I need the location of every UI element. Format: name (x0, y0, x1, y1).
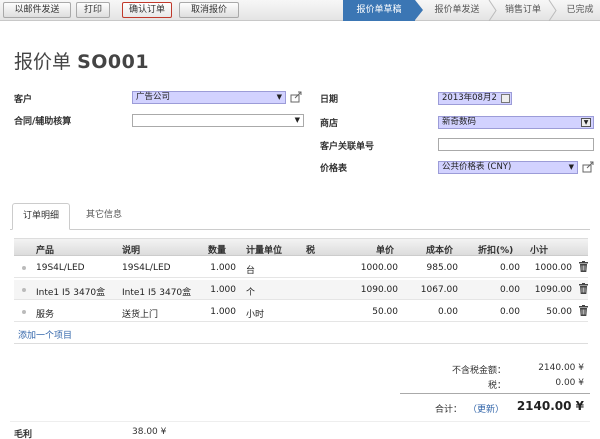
title-prefix: 报价单 (14, 51, 72, 73)
cell-unit-price: 1000.00 (360, 263, 398, 273)
cell-subtotal: 50.00 (546, 307, 572, 317)
cell-description: Inte1 I5 3470盒 (122, 288, 192, 298)
table-row[interactable]: 19S4L/LED 19S4L/LED 1.000 台 1000.00 985.… (14, 258, 588, 278)
contract-label: 合同/辅助核算 (14, 117, 72, 127)
row-handle-icon[interactable] (22, 310, 26, 314)
col-quantity[interactable]: 数量 (208, 243, 226, 256)
cell-product: Inte1 I5 3470盒 (36, 288, 106, 298)
trash-icon[interactable] (579, 283, 588, 294)
shop-value: 新奇数码 (442, 117, 477, 127)
step-quotation-sent: 报价单发送 (434, 5, 480, 15)
step-done: 已完成 (566, 5, 594, 15)
client-ref-label: 客户关联单号 (320, 142, 375, 152)
tax-value: 0.00 ¥ (555, 378, 584, 388)
table-header: 产品 说明 数量 计量单位 税 单价 成本价 折扣(%) 小计 (14, 238, 588, 256)
step-separator-icon (488, 0, 497, 21)
pricelist-select[interactable]: 公共价格表 (CNY) ▼ (438, 161, 578, 174)
cell-product: 19S4L/LED (36, 263, 85, 273)
cell-cost-price: 0.00 (437, 307, 458, 317)
cell-subtotal: 1090.00 (534, 285, 572, 295)
cell-discount: 0.00 (499, 307, 520, 317)
col-subtotal[interactable]: 小计 (530, 243, 548, 256)
send-by-email-button[interactable]: 以邮件发送 (3, 2, 71, 18)
step-sales-order: 销售订单 (504, 5, 541, 15)
step-arrow (415, 0, 423, 20)
row-handle-icon[interactable] (22, 288, 26, 292)
customer-label: 客户 (14, 95, 33, 105)
date-field[interactable]: 2013年08月2 (438, 92, 512, 105)
cell-product: 服务 (36, 310, 55, 320)
trash-icon[interactable] (579, 305, 588, 316)
cell-unit-price: 1090.00 (360, 285, 398, 295)
cell-unit-price: 50.00 (372, 307, 398, 317)
col-discount[interactable]: 折扣(%) (478, 243, 513, 256)
customer-select[interactable]: 广告公司 ▼ (132, 91, 286, 104)
cell-description: 19S4L/LED (122, 263, 171, 273)
col-description[interactable]: 说明 (122, 243, 140, 256)
chevron-down-icon: ▼ (294, 116, 300, 124)
cell-subtotal: 1000.00 (534, 263, 572, 273)
pricelist-label: 价格表 (320, 164, 348, 174)
external-link-icon[interactable] (582, 161, 595, 173)
chevron-down-icon: ▼ (581, 118, 591, 127)
cell-quantity: 1.000 (210, 307, 236, 317)
cell-cost-price: 1067.00 (420, 285, 458, 295)
calendar-icon[interactable] (501, 94, 510, 103)
trash-icon[interactable] (579, 261, 588, 272)
col-unit-price[interactable]: 单价 (376, 243, 394, 256)
cell-uom: 小时 (246, 310, 265, 320)
confirm-order-button[interactable]: 确认订单 (122, 2, 172, 18)
total-label: 合计： (434, 405, 462, 415)
contract-select[interactable]: ▼ (132, 114, 304, 127)
table-row[interactable]: 服务 送货上门 1.000 小时 50.00 0.00 0.00 50.00 (14, 302, 588, 322)
action-bar: 以邮件发送 打印 确认订单 取消报价 报价单草稿 报价单发送 销售订单 已完成 (0, 0, 600, 21)
col-cost-price[interactable]: 成本价 (426, 243, 453, 256)
shop-select[interactable]: 新奇数码 ▼ (438, 116, 594, 129)
step-quotation-draft: 报价单草稿 (343, 0, 415, 21)
date-value: 2013年08月2 (442, 93, 497, 103)
col-tax[interactable]: 税 (306, 243, 315, 256)
chevron-down-icon: ▼ (568, 163, 574, 171)
table-row[interactable]: Inte1 I5 3470盒 Inte1 I5 3470盒 1.000 个 10… (14, 280, 588, 300)
refresh-link[interactable]: （更新） (462, 402, 504, 415)
chevron-down-icon: ▼ (276, 93, 282, 101)
print-button[interactable]: 打印 (76, 2, 110, 18)
tab-order-lines[interactable]: 订单明细 (12, 203, 70, 230)
margin-label: 毛利 (14, 430, 33, 439)
cell-uom: 个 (246, 288, 256, 298)
untaxed-amount-label: 不含税金额： (451, 366, 506, 376)
step-separator-icon (548, 0, 557, 21)
cell-uom: 台 (246, 266, 256, 276)
cell-discount: 0.00 (499, 285, 520, 295)
total-value: 2140.00 ¥ (516, 399, 584, 413)
row-handle-icon[interactable] (22, 266, 26, 270)
col-product[interactable]: 产品 (36, 243, 54, 256)
add-item-link[interactable]: 添加一个项目 (18, 328, 72, 341)
cell-description: 送货上门 (122, 310, 159, 320)
col-uom[interactable]: 计量单位 (246, 243, 282, 256)
client-ref-input[interactable] (438, 138, 594, 151)
cancel-quotation-button[interactable]: 取消报价 (179, 2, 239, 18)
totals-divider (400, 393, 590, 394)
order-number: SO001 (77, 51, 150, 73)
customer-value: 广告公司 (136, 92, 171, 102)
cell-discount: 0.00 (499, 263, 520, 273)
untaxed-amount-value: 2140.00 ¥ (538, 363, 584, 373)
table-bottom-divider (14, 343, 588, 344)
date-label: 日期 (320, 95, 339, 105)
tax-label: 税： (487, 381, 506, 391)
shop-label: 商店 (320, 119, 339, 129)
page-title: 报价单 SO001 (14, 47, 149, 74)
margin-value: 38.00 ¥ (132, 427, 167, 437)
cell-cost-price: 985.00 (426, 263, 459, 273)
external-link-icon[interactable] (290, 91, 303, 103)
cell-quantity: 1.000 (210, 263, 236, 273)
tab-other-info[interactable]: 其它信息 (74, 203, 134, 230)
pricelist-value: 公共价格表 (CNY) (442, 162, 512, 172)
margin-divider (10, 421, 590, 422)
cell-quantity: 1.000 (210, 285, 236, 295)
